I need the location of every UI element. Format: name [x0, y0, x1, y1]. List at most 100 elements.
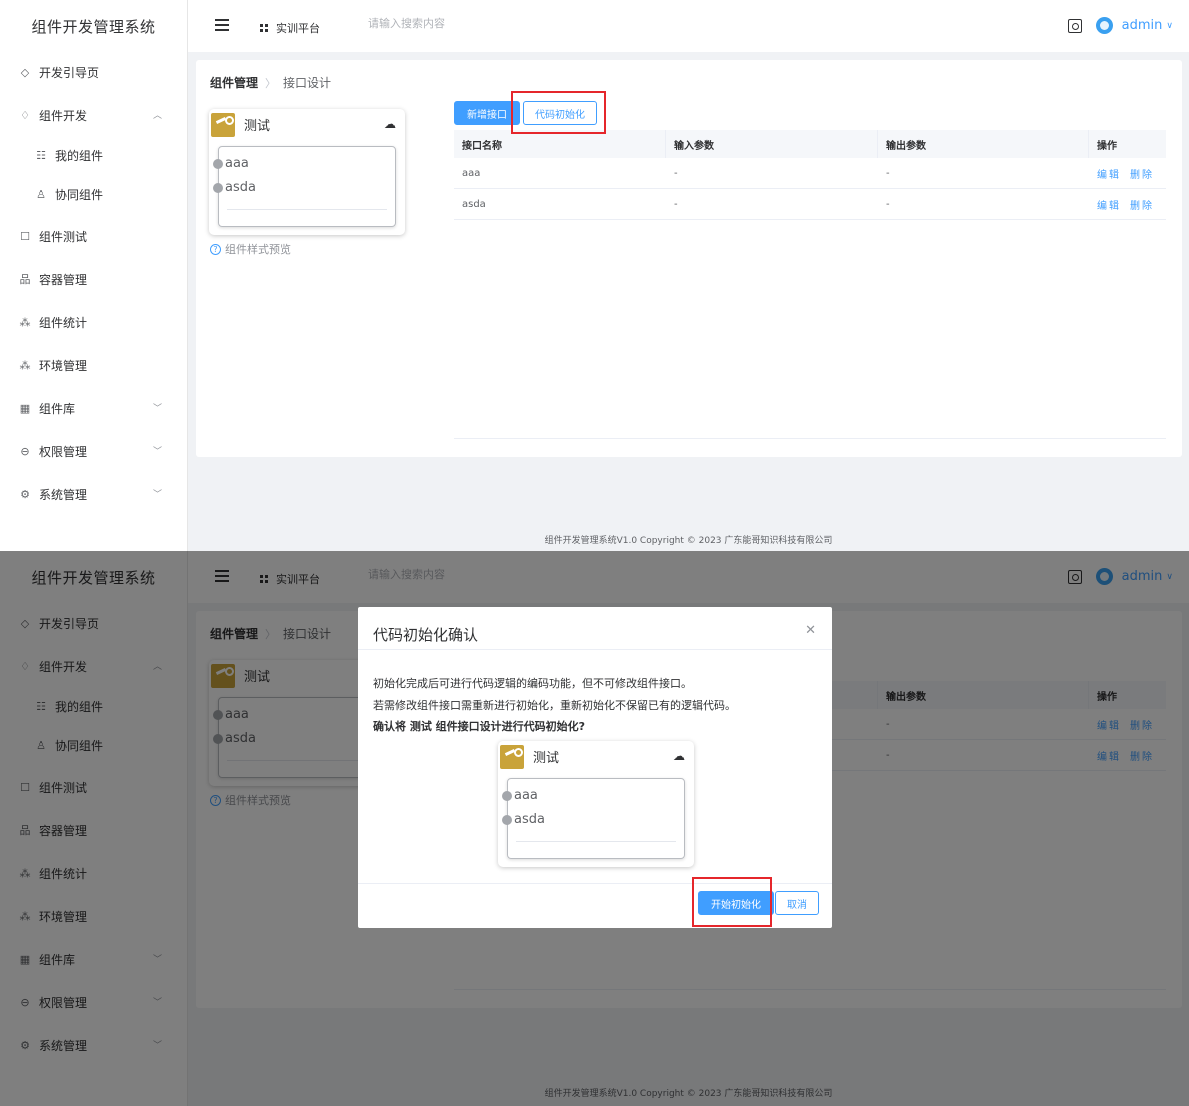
footer: 组件开发管理系统V1.0 Copyright © 2023 广东能哥知识科技有限… [544, 536, 833, 546]
sidebar-item-permissions[interactable]: ⊖ 权限管理 ﹀ [0, 431, 188, 471]
sidebar-item-label: 组件库 [39, 401, 76, 416]
table-cell: - [674, 198, 678, 210]
stats-icon: ⁂ [19, 315, 31, 329]
divider [358, 649, 832, 650]
edit-link[interactable]: 编辑 [1097, 197, 1121, 212]
table-cell: - [674, 167, 678, 179]
delete-link[interactable]: 删除 [1130, 166, 1154, 181]
content-card: 组件管理 〉 接口设计 测试 ☁ aaa asda ?组件样式预览 新增接口 代… [196, 60, 1182, 457]
test-icon: ☐ [20, 229, 30, 243]
sidebar-item-label: 我的组件 [55, 148, 104, 163]
sidebar-item-my-components[interactable]: ☷ 我的组件 [0, 135, 188, 175]
sidebar-item-label: 环境管理 [39, 358, 88, 373]
chevron-down-icon: ﹀ [152, 447, 162, 457]
sidebar-item-guide[interactable]: ◇ 开发引导页 [0, 52, 188, 92]
port-label: aaa [225, 156, 249, 171]
close-icon[interactable]: ✕ [805, 623, 816, 638]
apps-icon [260, 24, 268, 32]
tools-icon[interactable] [1067, 18, 1082, 33]
breadcrumb-current: 接口设计 [283, 76, 332, 90]
sidebar-item-label: 组件测试 [39, 229, 88, 244]
column-header: 接口名称 [454, 130, 666, 158]
list-icon: ☷ [36, 148, 46, 162]
sidebar-item-label: 容器管理 [39, 272, 88, 287]
sidebar-item-containers[interactable]: 品容器管理 [0, 259, 188, 299]
users-icon: ♙ [36, 187, 46, 201]
sidebar-item-env[interactable]: ⁂ 环境管理 [0, 345, 188, 385]
table-cell: asda [462, 198, 486, 210]
chevron-down-icon: ﹀ [152, 404, 162, 414]
port-label: asda [225, 180, 256, 195]
edit-link[interactable]: 编辑 [1097, 166, 1121, 181]
cloud-upload-icon: ☁ [673, 749, 685, 763]
column-header: 输入参数 [666, 130, 878, 158]
sidebar-item-label: 组件开发 [39, 108, 88, 123]
table-cell: aaa [462, 167, 481, 179]
sidebar-item-shared-components[interactable]: ♙ 协同组件 [0, 174, 188, 214]
table-cell: - [886, 167, 890, 179]
port-label: aaa [514, 788, 538, 803]
component-logo-icon [211, 113, 235, 137]
component-preview: 测试 ☁ aaa asda [498, 741, 694, 867]
component-logo-icon [500, 745, 524, 769]
port-item: aaa [213, 156, 249, 171]
port-item: asda [213, 180, 256, 195]
chevron-up-icon: ︿ [152, 111, 162, 121]
column-header: 操作 [1097, 140, 1117, 152]
component-ports: aaa asda [502, 778, 685, 859]
chevron-down-icon: ﹀ [152, 490, 162, 500]
component-name: 测试 [244, 118, 271, 134]
sidebar-item-stats[interactable]: ⁂ 组件统计 [0, 302, 188, 342]
env-icon: ⁂ [19, 358, 31, 372]
port-dot [502, 814, 512, 825]
sidebar-item-system[interactable]: ⚙ 系统管理 ﹀ [0, 474, 188, 514]
component-name: 测试 [533, 750, 560, 766]
cloud-upload-icon[interactable]: ☁ [384, 117, 396, 131]
table-bottom-border [454, 438, 1166, 439]
highlight-box [692, 877, 772, 927]
sidebar-item-label: 协同组件 [55, 187, 104, 202]
sidebar: 组件开发管理系统 ◇ 开发引导页 ♢ 组件开发 ︿ ☷ 我的组件 ♙ 协同组件 ☐ 组件测试… [0, 0, 188, 551]
gear-icon: ⚙ [20, 487, 30, 501]
menu-toggle-icon[interactable] [215, 19, 229, 31]
diamond-icon: ◇ [20, 65, 30, 79]
chevron-down-icon[interactable]: ∨ [1166, 21, 1173, 31]
help-icon: ? [210, 243, 221, 255]
interface-table: 接口名称 输入参数 输出参数 操作 aaa - - 编辑删除 asda - - … [454, 130, 1166, 220]
table-cell: - [886, 198, 890, 210]
preview-link[interactable]: ? 组件样式预览 [210, 241, 291, 257]
delete-link[interactable]: 删除 [1130, 197, 1154, 212]
dialog-message: 若需修改组件接口需重新进行初始化，重新初始化不保留已有的逻辑代码。 [373, 699, 736, 712]
preview-label: 组件样式预览 [225, 243, 291, 256]
sidebar-item-label: 系统管理 [39, 487, 88, 502]
breadcrumb-parent[interactable]: 组件管理 [210, 74, 258, 91]
breadcrumb-separator: 〉 [265, 76, 277, 90]
dialog-confirm-question: 确认将 测试 组件接口设计进行代码初始化? [373, 720, 586, 733]
port-item: asda [502, 812, 545, 827]
platform-label: 实训平台 [276, 22, 320, 35]
port-item: aaa [502, 788, 538, 803]
sidebar-item-dev[interactable]: ♢ 组件开发 ︿ [0, 95, 188, 135]
dialog-message: 初始化完成后可进行代码逻辑的编码功能，但不可修改组件接口。 [373, 677, 692, 690]
dialog-title: 代码初始化确认 [373, 626, 479, 644]
sidebar-item-library[interactable]: ▦ 组件库 ﹀ [0, 388, 188, 428]
screen-dialog: 组件开发管理系统 ◇开发引导页 ♢组件开发︿ ☷我的组件 ♙协同组件 ☐组件测试… [0, 551, 1189, 1106]
screen-main: 组件开发管理系统 ◇ 开发引导页 ♢ 组件开发 ︿ ☷ 我的组件 ♙ 协同组件 ☐ 组件测试… [0, 0, 1189, 551]
port-dot [213, 158, 223, 169]
bulb-icon: ♢ [20, 108, 30, 122]
divider [227, 209, 387, 210]
sidebar-item-label: 组件统计 [39, 315, 88, 330]
sidebar-item-label: 权限管理 [39, 444, 88, 459]
column-header: 输出参数 [878, 130, 1089, 158]
search-input[interactable] [368, 17, 548, 30]
port-dot [213, 182, 223, 193]
platform-switch[interactable]: 实训平台 [260, 20, 320, 36]
table-header: 接口名称 输入参数 输出参数 操作 [454, 130, 1166, 158]
sidebar-item-test[interactable]: ☐ 组件测试 [0, 216, 188, 256]
cancel-button[interactable]: 取消 [775, 891, 819, 915]
avatar[interactable] [1095, 17, 1113, 34]
sidebar-item-label: 开发引导页 [39, 65, 100, 80]
username[interactable]: admin [1122, 18, 1163, 33]
lock-icon: ⊖ [20, 444, 30, 458]
tree-icon: 品 [19, 273, 31, 286]
